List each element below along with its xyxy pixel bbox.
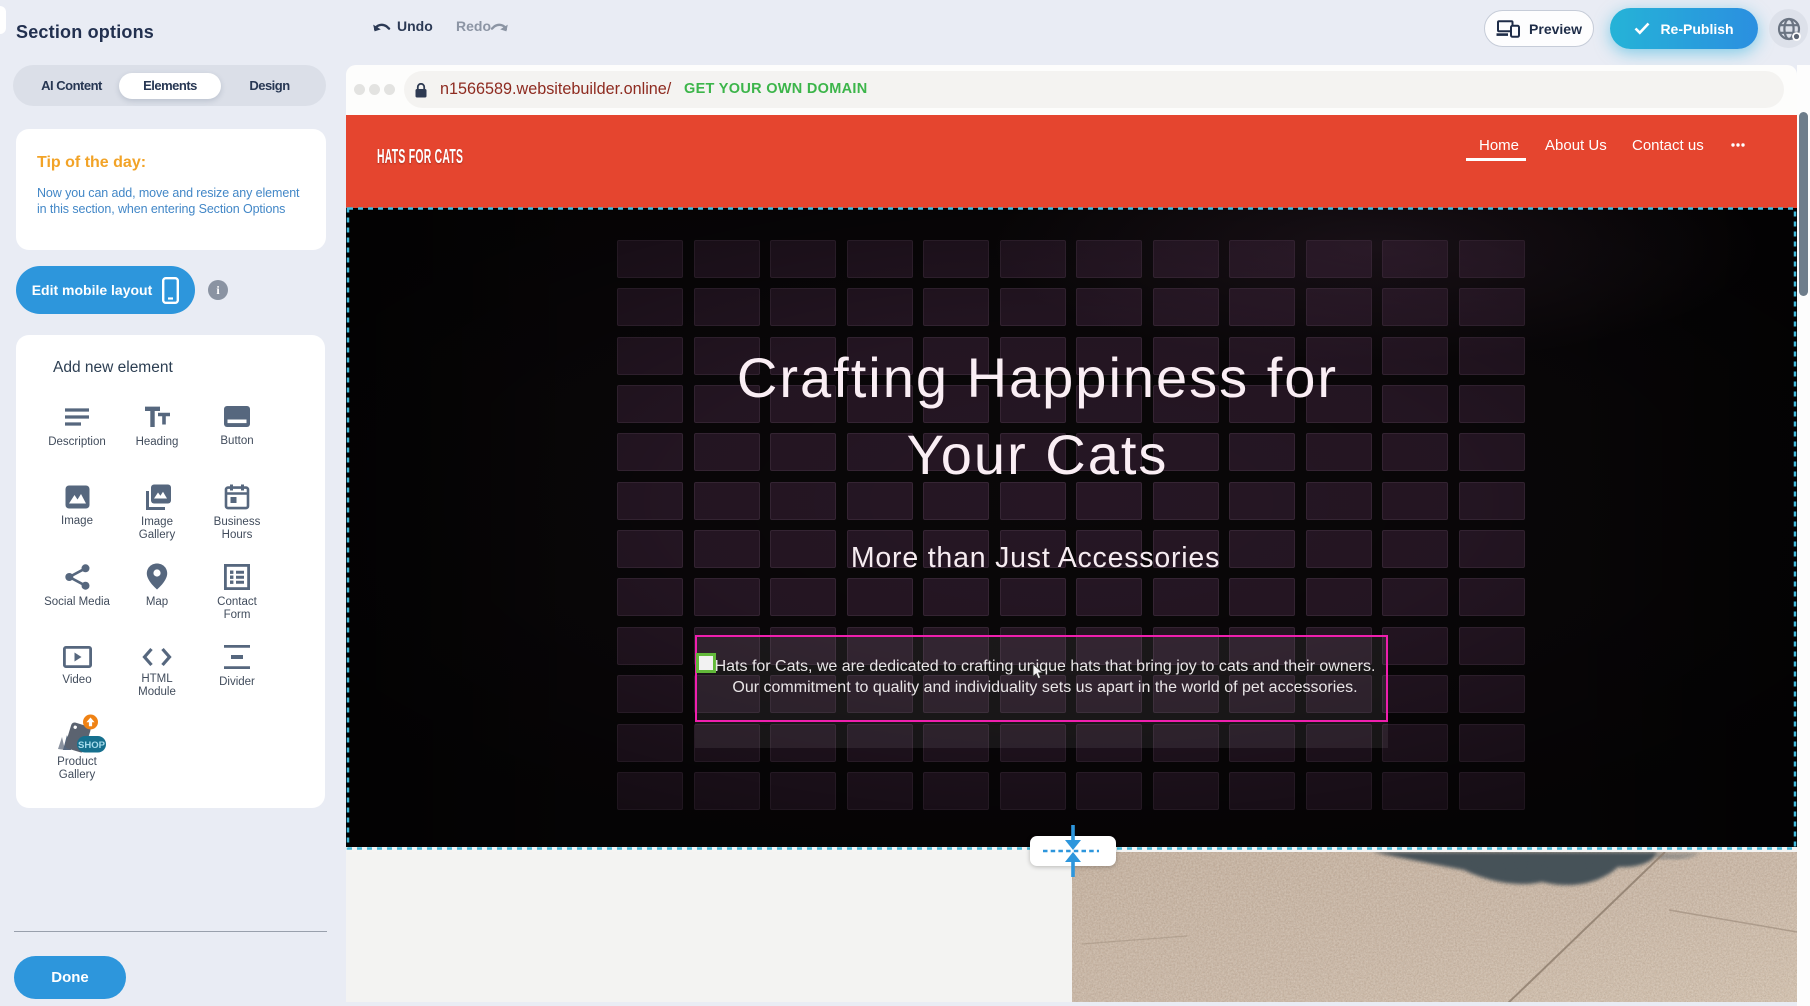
svg-text:SHOP: SHOP bbox=[78, 740, 106, 751]
